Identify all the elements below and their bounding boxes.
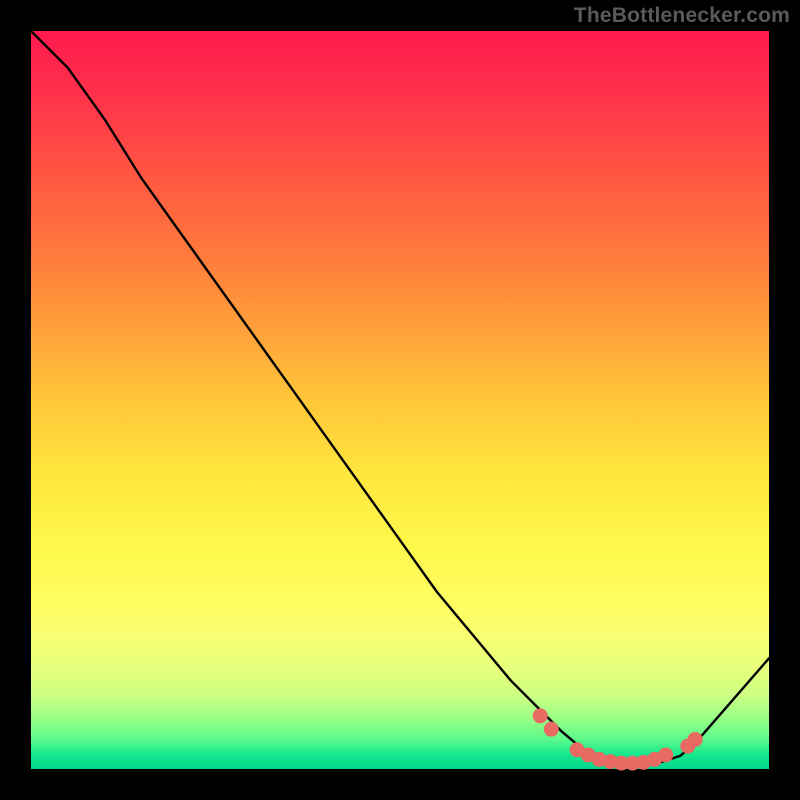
bottleneck-curve (31, 31, 769, 765)
highlight-dot (658, 747, 673, 762)
chart-frame: TheBottlenecker.com (0, 0, 800, 800)
highlight-dots (533, 708, 703, 770)
curve-svg (31, 31, 769, 769)
attribution-label: TheBottlenecker.com (574, 4, 790, 28)
highlight-dot (688, 732, 703, 747)
plot-area (31, 31, 769, 769)
highlight-dot (544, 722, 559, 737)
highlight-dot (533, 708, 548, 723)
